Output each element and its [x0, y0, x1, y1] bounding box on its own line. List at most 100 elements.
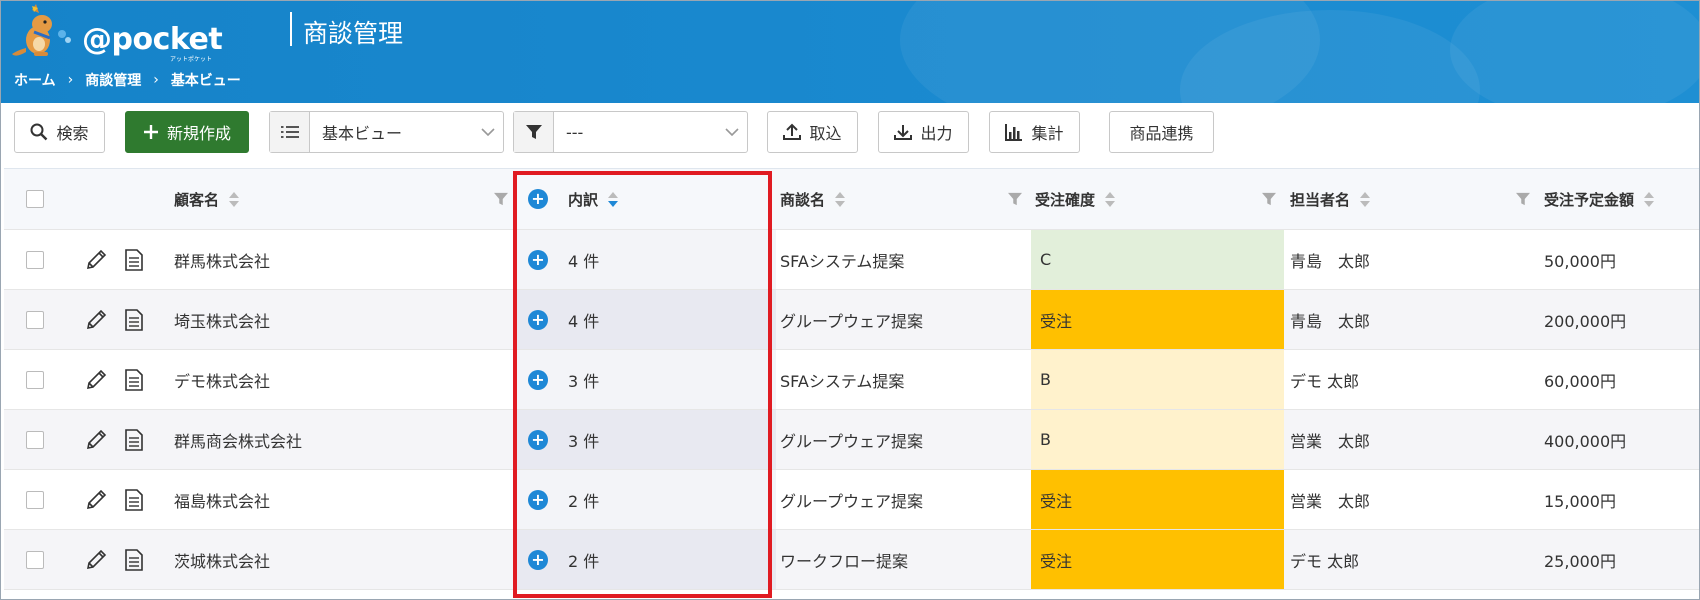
app-header: @pocket アットポケット 商談管理 ホーム › 商談管理 › 基本ビュー: [0, 0, 1700, 103]
table-row[interactable]: 群馬株式会社 + 4 件 SFAシステム提案 C 青島 太郎 50,000円: [4, 230, 1700, 290]
header-amount-label: 受注予定金額: [1544, 190, 1635, 209]
row-checkbox-cell: [26, 530, 44, 589]
row-checkbox[interactable]: [26, 430, 44, 449]
detail-document-icon[interactable]: [124, 530, 144, 589]
filter-icon: [525, 125, 542, 139]
header-deal[interactable]: 商談名: [780, 169, 846, 229]
aggregate-button-label: 集計: [1031, 124, 1064, 143]
new-record-label: 新規作成: [166, 124, 231, 143]
chevron-down-icon: [717, 128, 747, 136]
select-all-checkbox-cell: [26, 169, 44, 229]
cell-amount: 200,000円: [1544, 311, 1627, 331]
cell-deal: ワークフロー提案: [780, 551, 909, 571]
column-filter-icon[interactable]: [494, 169, 508, 229]
detail-document-icon[interactable]: [124, 470, 144, 529]
cell-customer: 群馬商会株式会社: [174, 431, 303, 451]
cell-deal: グループウェア提案: [780, 491, 924, 511]
edit-icon[interactable]: [84, 350, 108, 409]
view-select[interactable]: 基本ビュー: [269, 111, 504, 153]
row-checkbox[interactable]: [26, 490, 44, 509]
title-divider: [290, 12, 292, 46]
cell-owner: 営業 太郎: [1290, 491, 1371, 511]
breadcrumb-home[interactable]: ホーム: [14, 70, 56, 90]
cell-customer: デモ株式会社: [174, 371, 271, 391]
table-row[interactable]: 埼玉株式会社 + 4 件 グループウェア提案 受注 青島 太郎 200,000円: [4, 290, 1700, 350]
filter-select[interactable]: ---: [513, 111, 748, 153]
row-checkbox-cell: [26, 290, 44, 349]
row-checkbox-cell: [26, 350, 44, 409]
row-checkbox-cell: [26, 470, 44, 529]
table-row[interactable]: 群馬商会株式会社 + 3 件 グループウェア提案 B 営業 太郎 400,000…: [4, 410, 1700, 470]
search-icon: [30, 123, 48, 141]
sort-icon[interactable]: [1105, 191, 1116, 207]
detail-document-icon[interactable]: [124, 410, 144, 469]
import-button-label: 取込: [809, 124, 842, 143]
toolbar: 検索 新規作成 基本ビュー --- 取込 出力 集計 商品連携: [0, 103, 1700, 159]
breakdown-column-highlight: [513, 171, 772, 598]
header-confidence[interactable]: 受注確度: [1035, 169, 1116, 229]
header-confidence-label: 受注確度: [1035, 190, 1096, 209]
header-deal-label: 商談名: [780, 190, 826, 209]
product-link-button[interactable]: 商品連携: [1109, 111, 1214, 153]
row-checkbox[interactable]: [26, 250, 44, 269]
edit-icon[interactable]: [84, 230, 108, 289]
aggregate-button[interactable]: 集計: [989, 111, 1080, 153]
product-link-label: 商品連携: [1129, 124, 1194, 143]
detail-document-icon[interactable]: [124, 290, 144, 349]
cell-customer: 群馬株式会社: [174, 251, 271, 271]
row-checkbox[interactable]: [26, 550, 44, 569]
breadcrumb-separator: ›: [67, 72, 74, 88]
header-owner[interactable]: 担当者名: [1290, 169, 1371, 229]
breadcrumb-deals[interactable]: 商談管理: [85, 70, 141, 90]
detail-document-icon[interactable]: [124, 230, 144, 289]
table-row[interactable]: デモ株式会社 + 3 件 SFAシステム提案 B デモ 太郎 60,000円: [4, 350, 1700, 410]
new-record-button[interactable]: 新規作成: [125, 111, 249, 153]
search-button[interactable]: 検索: [14, 111, 105, 153]
search-button-label: 検索: [56, 124, 89, 143]
cell-owner: デモ 太郎: [1290, 551, 1360, 571]
row-checkbox[interactable]: [26, 310, 44, 329]
row-checkbox[interactable]: [26, 370, 44, 389]
row-checkbox-cell: [26, 230, 44, 289]
cell-confidence: 受注: [1031, 290, 1284, 349]
cell-confidence: B: [1031, 350, 1284, 409]
sort-icon[interactable]: [835, 191, 846, 207]
column-filter-icon[interactable]: [1008, 169, 1022, 229]
cell-customer: 茨城株式会社: [174, 551, 271, 571]
breadcrumb: ホーム › 商談管理 › 基本ビュー: [14, 70, 241, 90]
cell-deal: グループウェア提案: [780, 311, 924, 331]
cell-owner: 営業 太郎: [1290, 431, 1371, 451]
edit-icon[interactable]: [84, 290, 108, 349]
cell-amount: 50,000円: [1544, 251, 1616, 271]
import-button[interactable]: 取込: [767, 111, 858, 153]
sort-icon[interactable]: [229, 191, 240, 207]
column-filter-icon[interactable]: [1516, 169, 1530, 229]
plus-icon: [143, 125, 158, 139]
column-filter-icon[interactable]: [1262, 169, 1276, 229]
header-customer[interactable]: 顧客名: [174, 169, 240, 229]
edit-icon[interactable]: [84, 530, 108, 589]
sort-icon[interactable]: [1644, 191, 1655, 207]
breadcrumb-current-view: 基本ビュー: [170, 73, 241, 89]
edit-icon[interactable]: [84, 410, 108, 469]
kangaroo-mascot-icon: [12, 4, 71, 56]
app-logo[interactable]: @pocket アットポケット: [12, 4, 223, 63]
sort-icon[interactable]: [1360, 191, 1371, 207]
export-button[interactable]: 出力: [878, 111, 969, 153]
table-header-row: 顧客名 + 内訳 商談名 受注確度 担当者名 受注予定金額: [4, 169, 1700, 230]
cell-amount: 15,000円: [1544, 491, 1616, 511]
cell-amount: 400,000円: [1544, 431, 1627, 451]
select-all-checkbox[interactable]: [26, 190, 44, 208]
cell-confidence: 受注: [1031, 470, 1284, 529]
header-owner-label: 担当者名: [1290, 190, 1351, 209]
table-row[interactable]: 茨城株式会社 + 2 件 ワークフロー提案 受注 デモ 太郎 25,000円: [4, 530, 1700, 590]
logo-subtext: アットポケット: [170, 56, 213, 63]
header-amount[interactable]: 受注予定金額: [1544, 169, 1655, 229]
header-customer-label: 顧客名: [174, 190, 220, 209]
download-icon: [894, 125, 913, 140]
table-row[interactable]: 福島株式会社 + 2 件 グループウェア提案 受注 営業 太郎 15,000円: [4, 470, 1700, 530]
detail-document-icon[interactable]: [124, 350, 144, 409]
filter-icon-box: [514, 112, 554, 152]
edit-icon[interactable]: [84, 470, 108, 529]
cell-owner: 青島 太郎: [1290, 311, 1371, 331]
